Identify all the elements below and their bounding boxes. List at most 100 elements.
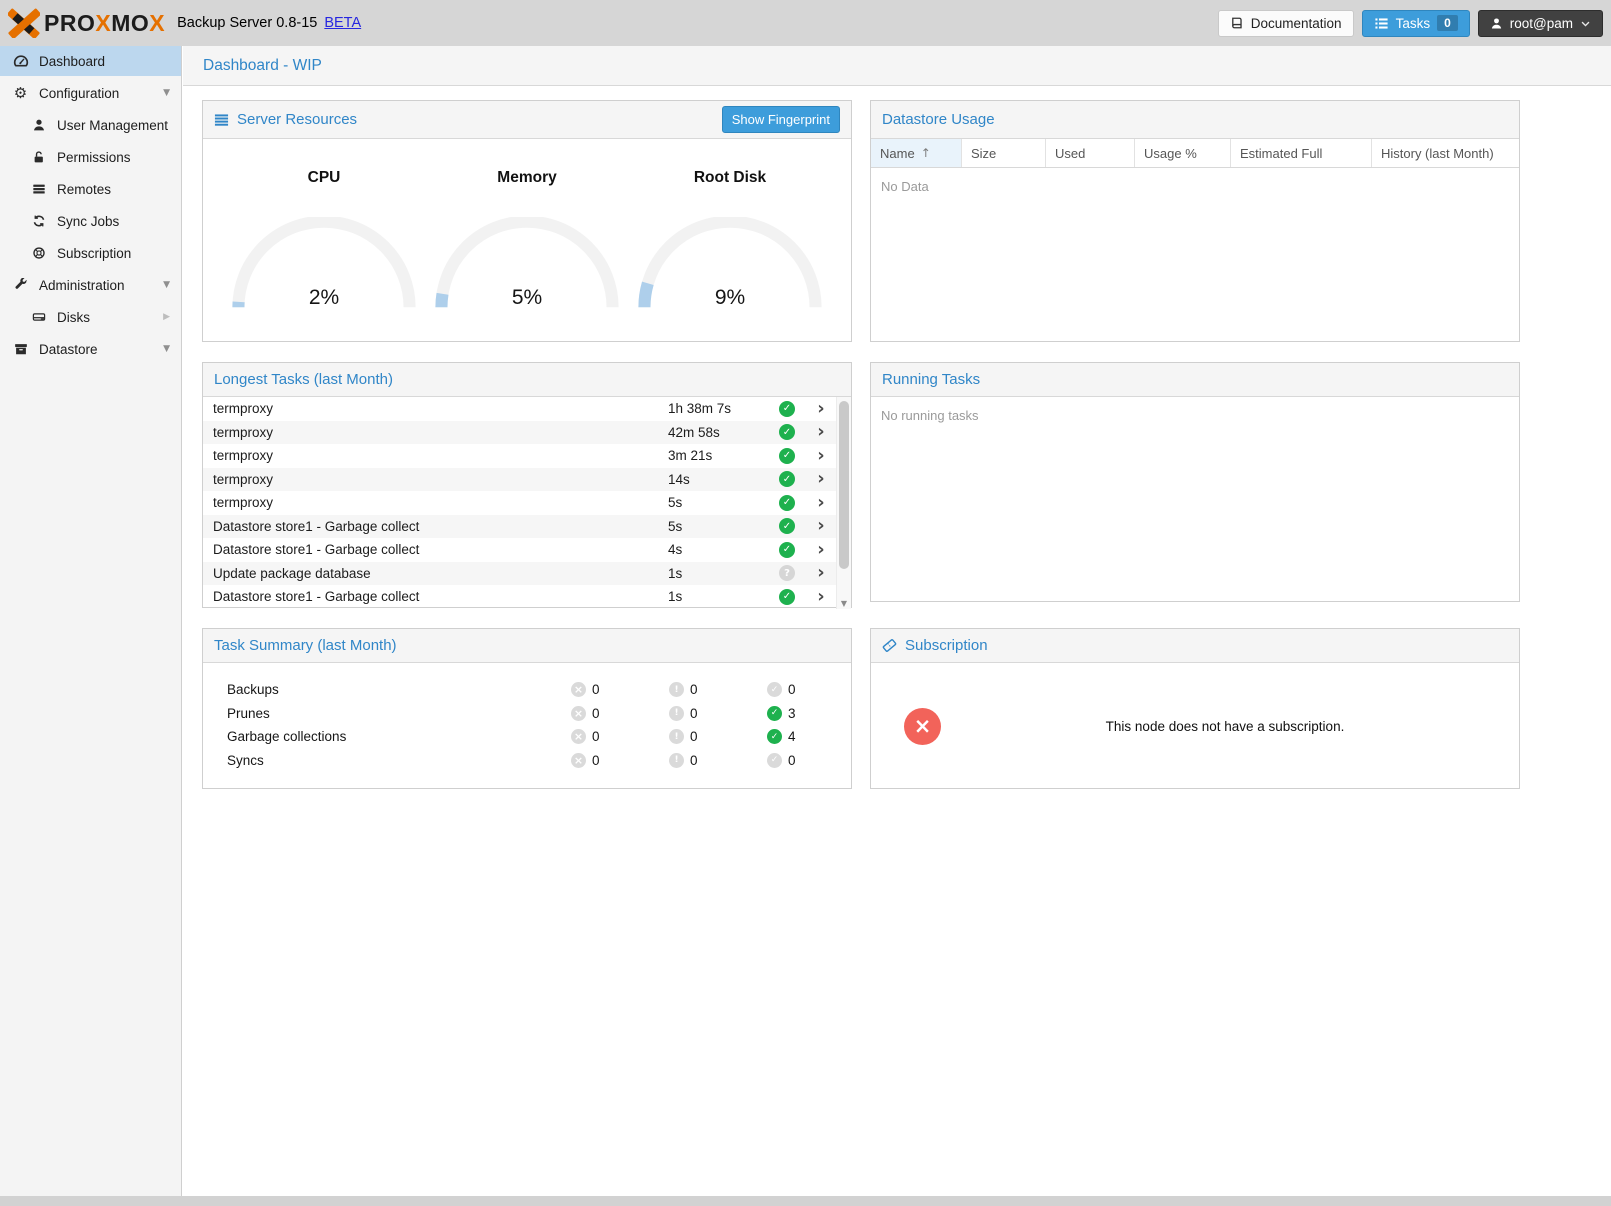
open-task-chevron-icon[interactable]: ›	[806, 588, 836, 606]
brand-wordmark: PROXMOX	[44, 10, 165, 37]
caret-down-icon[interactable]: ▼	[163, 280, 170, 290]
ok-count-icon	[767, 706, 782, 721]
open-task-chevron-icon[interactable]: ›	[806, 494, 836, 512]
sidebar-item-label: Administration	[39, 278, 125, 293]
scrollbar[interactable]: ▼	[836, 397, 851, 609]
sidebar-item-label: Disks	[57, 310, 90, 325]
ok-count-icon	[767, 682, 782, 697]
scroll-down-icon[interactable]: ▼	[837, 599, 851, 608]
task-row[interactable]: Datastore store1 - Garbage collect 1s ›	[203, 585, 836, 609]
open-task-chevron-icon[interactable]: ›	[806, 470, 836, 488]
column-header-name[interactable]: Name ↑	[871, 139, 962, 167]
caret-down-icon[interactable]: ▼	[163, 88, 170, 98]
sidebar-item-label: Permissions	[57, 150, 131, 165]
warning-count-icon	[669, 753, 684, 768]
documentation-button[interactable]: Documentation	[1218, 10, 1354, 37]
task-status-icon	[779, 565, 795, 581]
server-resources-title: Server Resources	[237, 111, 357, 128]
task-status-icon	[779, 471, 795, 487]
running-tasks-empty-text: No running tasks	[871, 397, 1519, 603]
open-task-chevron-icon[interactable]: ›	[806, 517, 836, 535]
task-row[interactable]: termproxy 14s ›	[203, 468, 836, 492]
task-row[interactable]: Datastore store1 - Garbage collect 4s ›	[203, 538, 836, 562]
page-title: Dashboard - WIP	[183, 46, 1611, 86]
sort-ascending-icon: ↑	[921, 146, 931, 160]
column-header-used[interactable]: Used	[1046, 139, 1135, 167]
root-disk-gauge-value: 9%	[637, 286, 823, 310]
warning-count-icon	[669, 729, 684, 744]
subscription-title: Subscription	[905, 637, 988, 654]
task-status-icon	[779, 518, 795, 534]
sidebar-item-label: User Management	[57, 118, 168, 133]
warning-count-icon	[669, 682, 684, 697]
tachometer-icon	[12, 53, 29, 70]
task-status-icon	[779, 424, 795, 440]
error-count-icon	[571, 706, 586, 721]
submenu-right-icon[interactable]: ▶	[163, 312, 170, 322]
sidebar-item-configuration[interactable]: ⚙ Configuration ▼	[0, 78, 181, 108]
user-icon	[1490, 17, 1503, 30]
task-row[interactable]: termproxy 5s ›	[203, 491, 836, 515]
longest-tasks-panel: Longest Tasks (last Month) termproxy 1h …	[202, 362, 852, 608]
sync-icon	[30, 213, 47, 230]
error-count-icon	[571, 682, 586, 697]
sidebar-item-subscription[interactable]: Subscription	[0, 238, 181, 268]
top-header: PROXMOX Backup Server 0.8-15 BETA Docume…	[0, 0, 1611, 46]
tasks-count-badge: 0	[1437, 15, 1458, 31]
summary-row-syncs: Syncs 0 0 0	[227, 749, 827, 773]
user-icon	[30, 117, 47, 134]
server-resources-icon	[214, 112, 229, 127]
task-status-icon	[779, 495, 795, 511]
warning-count-icon	[669, 706, 684, 721]
no-subscription-icon: ×	[904, 708, 941, 745]
content-area: Dashboard - WIP Server Resources Show Fi…	[183, 46, 1611, 1196]
sidebar-item-label: Subscription	[57, 246, 131, 261]
task-status-icon	[779, 589, 795, 605]
caret-down-icon[interactable]: ▼	[163, 344, 170, 354]
sidebar-item-administration[interactable]: Administration ▼	[0, 270, 181, 300]
user-menu-button[interactable]: root@pam	[1478, 10, 1603, 37]
column-header-estimated-full[interactable]: Estimated Full	[1231, 139, 1372, 167]
open-task-chevron-icon[interactable]: ›	[806, 541, 836, 559]
summary-row-garbage-collections: Garbage collections 0 0 4	[227, 725, 827, 749]
memory-gauge: Memory 5%	[426, 169, 629, 342]
open-task-chevron-icon[interactable]: ›	[806, 564, 836, 582]
sidebar-item-sync-jobs[interactable]: Sync Jobs	[0, 206, 181, 236]
sidebar-item-dashboard[interactable]: Dashboard	[0, 46, 181, 76]
sidebar-item-user-management[interactable]: User Management	[0, 110, 181, 140]
proxmox-x-icon	[8, 8, 40, 38]
server-resources-panel: Server Resources Show Fingerprint CPU 2%	[202, 100, 852, 342]
book-icon	[1230, 16, 1244, 30]
show-fingerprint-button[interactable]: Show Fingerprint	[722, 106, 840, 133]
column-header-history[interactable]: History (last Month)	[1372, 139, 1519, 167]
task-row[interactable]: termproxy 42m 58s ›	[203, 421, 836, 445]
beta-link[interactable]: BETA	[324, 15, 361, 31]
scrollbar-thumb[interactable]	[839, 401, 849, 569]
cpu-gauge-value: 2%	[231, 286, 417, 310]
sidebar-item-datastore[interactable]: Datastore ▼	[0, 334, 181, 364]
column-header-usage-pct[interactable]: Usage %	[1135, 139, 1231, 167]
sidebar-item-label: Configuration	[39, 86, 119, 101]
open-task-chevron-icon[interactable]: ›	[806, 447, 836, 465]
task-row[interactable]: Update package database 1s ›	[203, 562, 836, 586]
ok-count-icon	[767, 729, 782, 744]
sidebar-item-disks[interactable]: Disks ▶	[0, 302, 181, 332]
column-header-size[interactable]: Size	[962, 139, 1046, 167]
datastore-usage-table-header: Name ↑ Size Used Usage % Estimated Full …	[871, 139, 1519, 168]
chevron-down-icon	[1580, 18, 1591, 29]
task-row[interactable]: Datastore store1 - Garbage collect 5s ›	[203, 515, 836, 539]
task-row[interactable]: termproxy 1h 38m 7s ›	[203, 397, 836, 421]
tasks-button[interactable]: Tasks 0	[1362, 10, 1470, 37]
task-list-icon	[1374, 16, 1389, 31]
memory-gauge-value: 5%	[434, 286, 620, 310]
wrench-icon	[12, 277, 29, 294]
sidebar-item-label: Dashboard	[39, 54, 105, 69]
sidebar-item-permissions[interactable]: Permissions	[0, 142, 181, 172]
task-status-icon	[779, 448, 795, 464]
open-task-chevron-icon[interactable]: ›	[806, 423, 836, 441]
open-task-chevron-icon[interactable]: ›	[806, 400, 836, 418]
task-row[interactable]: termproxy 3m 21s ›	[203, 444, 836, 468]
datastore-usage-empty-text: No Data	[871, 168, 1519, 205]
life-ring-icon	[30, 245, 47, 262]
sidebar-item-remotes[interactable]: Remotes	[0, 174, 181, 204]
